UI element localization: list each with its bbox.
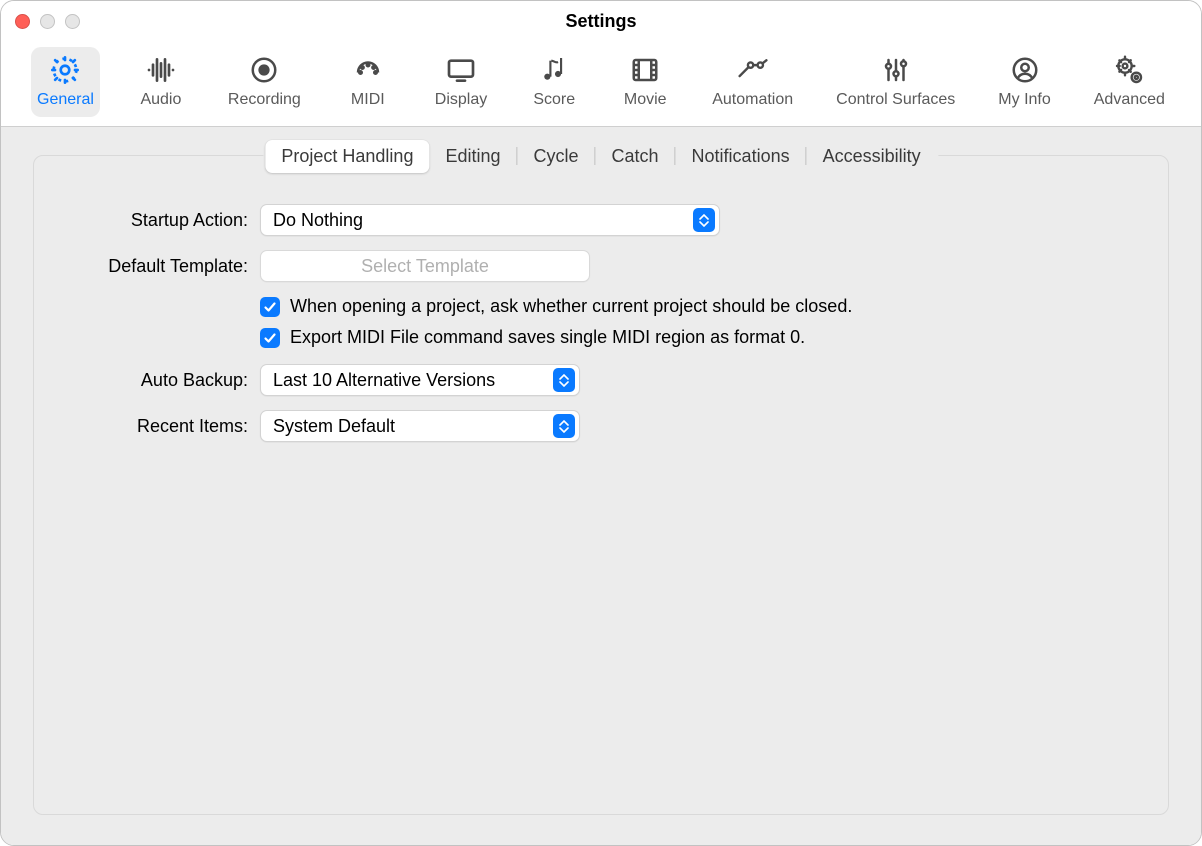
row-auto-backup: Auto Backup: Last 10 Alternative Version…: [64, 364, 1138, 396]
panel: Project Handling Editing Cycle Catch Not…: [33, 155, 1169, 815]
waveform-icon: [144, 53, 178, 87]
label-recent-items: Recent Items:: [64, 416, 260, 437]
segmented-tabs: Project Handling Editing Cycle Catch Not…: [263, 138, 938, 174]
label-default-template: Default Template:: [64, 256, 260, 277]
chevron-up-down-icon: [553, 414, 575, 438]
automation-icon: [736, 53, 770, 87]
toolbar-label: Audio: [140, 91, 181, 109]
tab-cycle[interactable]: Cycle: [518, 140, 595, 173]
toolbar-label: MIDI: [351, 91, 385, 109]
button-select-template[interactable]: Select Template: [260, 250, 590, 282]
toolbar-label: My Info: [998, 91, 1050, 109]
popup-value: System Default: [273, 416, 395, 437]
person-circle-icon: [1008, 53, 1042, 87]
toolbar-item-recording[interactable]: Recording: [222, 47, 307, 117]
tab-accessibility[interactable]: Accessibility: [807, 140, 937, 173]
toolbar-item-movie[interactable]: Movie: [615, 47, 675, 117]
toolbar-label: Movie: [624, 91, 667, 109]
form: Startup Action: Do Nothing Default Templ…: [34, 204, 1168, 442]
titlebar: Settings: [1, 1, 1201, 41]
chevron-up-down-icon: [553, 368, 575, 392]
chevron-up-down-icon: [693, 208, 715, 232]
row-check-midi-export: Export MIDI File command saves single MI…: [260, 327, 1138, 348]
gear-icon: [48, 53, 82, 87]
settings-window: Settings General Audio: [0, 0, 1202, 846]
popup-startup-action[interactable]: Do Nothing: [260, 204, 720, 236]
label-startup-action: Startup Action:: [64, 210, 260, 231]
toolbar-item-audio[interactable]: Audio: [131, 47, 191, 117]
row-default-template: Default Template: Select Template: [64, 250, 1138, 282]
tab-catch[interactable]: Catch: [596, 140, 675, 173]
toolbar-item-my-info[interactable]: My Info: [992, 47, 1056, 117]
checkbox-midi-export[interactable]: [260, 328, 280, 348]
window-title: Settings: [1, 11, 1201, 32]
sliders-icon: [879, 53, 913, 87]
checkbox-label: When opening a project, ask whether curr…: [290, 296, 852, 317]
toolbar-label: Recording: [228, 91, 301, 109]
tab-notifications[interactable]: Notifications: [676, 140, 806, 173]
checkmark-icon: [263, 300, 277, 314]
toolbar-label: Control Surfaces: [836, 91, 955, 109]
toolbar: General Audio Recording: [1, 41, 1201, 127]
tab-project-handling[interactable]: Project Handling: [265, 140, 429, 173]
tab-editing[interactable]: Editing: [429, 140, 516, 173]
checkbox-label: Export MIDI File command saves single MI…: [290, 327, 805, 348]
film-icon: [628, 53, 662, 87]
toolbar-item-advanced[interactable]: Advanced: [1088, 47, 1171, 117]
checkbox-close-prompt[interactable]: [260, 297, 280, 317]
toolbar-label: General: [37, 91, 94, 109]
toolbar-item-midi[interactable]: MIDI: [338, 47, 398, 117]
display-icon: [444, 53, 478, 87]
button-label: Select Template: [361, 256, 489, 277]
toolbar-item-control-surfaces[interactable]: Control Surfaces: [830, 47, 961, 117]
toolbar-label: Advanced: [1094, 91, 1165, 109]
checkmark-icon: [263, 331, 277, 345]
toolbar-item-display[interactable]: Display: [429, 47, 493, 117]
music-notes-icon: [537, 53, 571, 87]
toolbar-item-score[interactable]: Score: [524, 47, 584, 117]
label-auto-backup: Auto Backup:: [64, 370, 260, 391]
gears-icon: [1112, 53, 1146, 87]
content-area: Project Handling Editing Cycle Catch Not…: [1, 127, 1201, 845]
row-check-close-prompt: When opening a project, ask whether curr…: [260, 296, 1138, 317]
record-icon: [247, 53, 281, 87]
midi-icon: [351, 53, 385, 87]
toolbar-label: Score: [533, 91, 575, 109]
popup-value: Do Nothing: [273, 210, 363, 231]
popup-auto-backup[interactable]: Last 10 Alternative Versions: [260, 364, 580, 396]
toolbar-label: Display: [435, 91, 487, 109]
toolbar-item-general[interactable]: General: [31, 47, 100, 117]
popup-recent-items[interactable]: System Default: [260, 410, 580, 442]
toolbar-item-automation[interactable]: Automation: [706, 47, 799, 117]
toolbar-label: Automation: [712, 91, 793, 109]
row-startup-action: Startup Action: Do Nothing: [64, 204, 1138, 236]
popup-value: Last 10 Alternative Versions: [273, 370, 495, 391]
row-recent-items: Recent Items: System Default: [64, 410, 1138, 442]
